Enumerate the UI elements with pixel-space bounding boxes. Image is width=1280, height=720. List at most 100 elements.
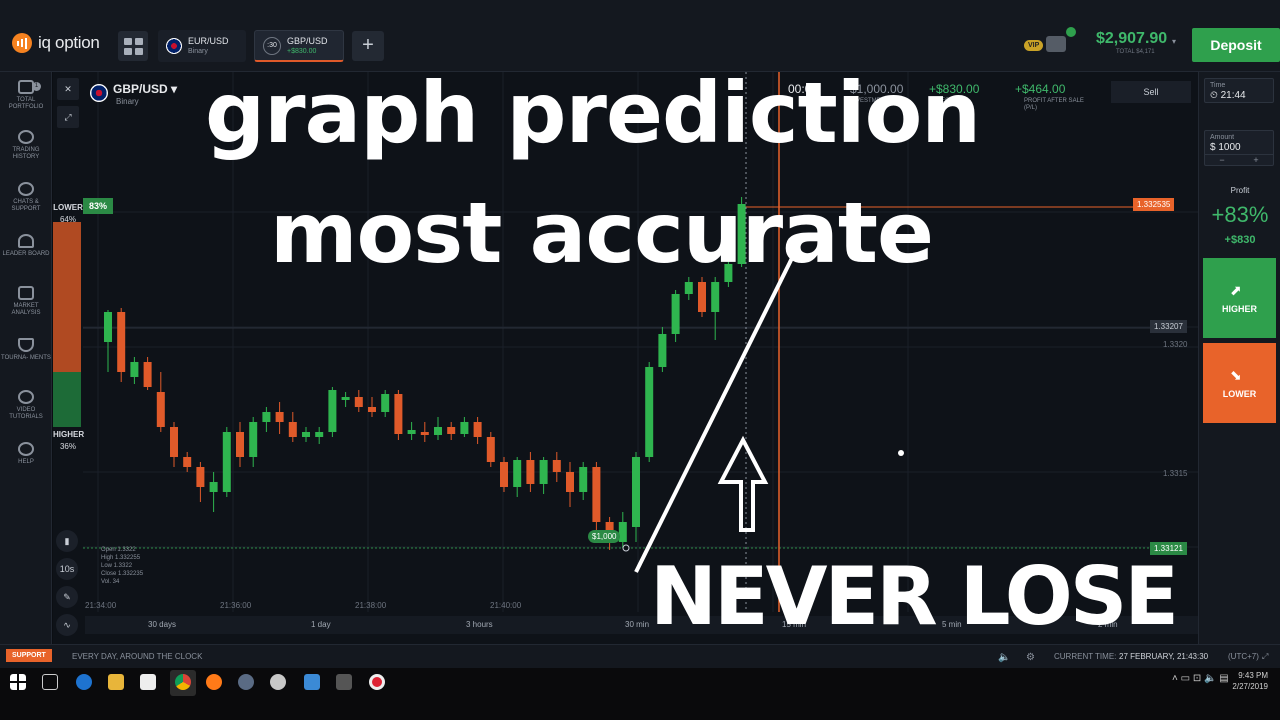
time-label: 21:36:00 bbox=[220, 601, 252, 610]
settings-icon[interactable]: ⚙ bbox=[1026, 652, 1035, 663]
leaderboard-icon bbox=[18, 234, 34, 248]
draw-tool-icon[interactable]: ✎ bbox=[56, 586, 78, 608]
clock[interactable]: 9:43 PM 2/27/2019 bbox=[1232, 670, 1268, 692]
candle bbox=[156, 392, 165, 427]
sidebar-item-leaderboard[interactable]: LEADER BOARD bbox=[0, 234, 52, 258]
overlay-never-lose: NEVER LOSE bbox=[650, 550, 1179, 643]
candle bbox=[170, 427, 178, 457]
ohlc-close: Close 1.332235 bbox=[101, 571, 144, 577]
bet-tag: $1,000 bbox=[588, 530, 621, 543]
record-icon[interactable] bbox=[369, 674, 385, 690]
history-icon bbox=[18, 130, 34, 144]
candle bbox=[117, 312, 126, 372]
period-30-min[interactable]: 30 min bbox=[625, 620, 649, 629]
tray-icons[interactable]: ˄ ▭ ⊡ 🔈 ▤ bbox=[1172, 673, 1229, 684]
candle bbox=[275, 412, 284, 422]
pair-selector[interactable]: GBP/USD ▾ bbox=[113, 82, 177, 96]
sidebar-item-label: TRADING HISTORY bbox=[12, 147, 40, 160]
sidebar-item-tournaments[interactable]: TOURNA- MENTS bbox=[0, 338, 52, 362]
sidebar-item-portfolio[interactable]: TOTAL PORTFOLIO 1 bbox=[0, 80, 52, 111]
tab-gbpusd[interactable]: :30 GBP/USD +$830.00 bbox=[254, 30, 344, 62]
iq-option-logo[interactable]: iq option bbox=[12, 33, 100, 53]
overlay-title-line1: graph prediction bbox=[205, 64, 981, 162]
amount-selector[interactable]: Amount $ 1000 − + bbox=[1204, 130, 1274, 166]
plus-button[interactable]: + bbox=[1253, 155, 1258, 165]
fullscreen-icon[interactable]: ⤢ bbox=[1262, 652, 1268, 662]
slogan: EVERY DAY, AROUND THE CLOCK bbox=[72, 652, 203, 661]
candle bbox=[645, 367, 654, 457]
sidebar-item-help[interactable]: HELP bbox=[0, 442, 52, 466]
sentiment-higher-bar bbox=[53, 372, 81, 427]
edge-icon[interactable] bbox=[76, 674, 92, 690]
close-chart-icon[interactable]: ✕ bbox=[57, 78, 79, 100]
start-icon[interactable] bbox=[10, 674, 26, 690]
time-label: 21:40:00 bbox=[490, 601, 522, 610]
price-level-tag: 1.33207 bbox=[1150, 320, 1187, 333]
cursor-dot bbox=[898, 450, 904, 456]
indicators-icon[interactable]: ∿ bbox=[56, 614, 78, 636]
interval-button[interactable]: 10s bbox=[56, 558, 78, 580]
support-button[interactable]: SUPPORT bbox=[6, 649, 52, 662]
current-time-label: CURRENT TIME: bbox=[1054, 652, 1117, 661]
firefox-icon[interactable] bbox=[206, 674, 222, 690]
sidebar-item-history[interactable]: TRADING HISTORY bbox=[0, 130, 52, 161]
store-icon[interactable] bbox=[140, 674, 156, 690]
profit-percent: +83% bbox=[1211, 202, 1269, 227]
candle bbox=[592, 467, 601, 522]
app-icon[interactable] bbox=[304, 674, 320, 690]
app-icon[interactable] bbox=[238, 674, 254, 690]
sidebar-item-chats[interactable]: CHATS & SUPPORT bbox=[0, 182, 52, 213]
candle bbox=[684, 282, 693, 294]
sidebar-item-label: CHATS & SUPPORT bbox=[11, 199, 41, 212]
candle bbox=[104, 312, 112, 342]
trend-up-icon: ⬈ bbox=[1230, 282, 1242, 298]
period-3-hours[interactable]: 3 hours bbox=[466, 620, 493, 629]
sell-button[interactable]: Sell bbox=[1111, 81, 1191, 103]
chart-type-icon[interactable]: ▮ bbox=[56, 530, 78, 552]
news-icon bbox=[18, 286, 34, 300]
sidebar-item-market[interactable]: MARKET ANALYSIS bbox=[0, 286, 52, 317]
pin-icon[interactable]: ⤢ bbox=[57, 106, 79, 128]
balance[interactable]: $2,907.90 bbox=[1096, 30, 1167, 48]
candle bbox=[658, 334, 667, 367]
candle bbox=[209, 482, 218, 492]
minus-button[interactable]: − bbox=[1219, 155, 1224, 165]
grid-menu-button[interactable] bbox=[118, 31, 148, 61]
candle bbox=[381, 394, 390, 412]
calculator-icon[interactable] bbox=[336, 674, 352, 690]
profit-after-sale: +$464.00 bbox=[1015, 82, 1066, 96]
timezone: (UTC+7) bbox=[1228, 652, 1259, 661]
time-selector[interactable]: Time ⏲ 21:44 bbox=[1204, 78, 1274, 103]
task-view-icon[interactable] bbox=[42, 674, 58, 690]
candle bbox=[183, 457, 192, 467]
candle bbox=[407, 430, 416, 434]
volume-icon[interactable]: 🔈 bbox=[998, 652, 1010, 663]
higher-button[interactable]: ⬈ HIGHER bbox=[1203, 258, 1276, 338]
deposit-button[interactable]: Deposit bbox=[1192, 28, 1280, 62]
candle bbox=[566, 472, 574, 492]
camera-icon[interactable] bbox=[1046, 36, 1066, 52]
chevron-down-icon[interactable]: ▾ bbox=[1172, 37, 1176, 46]
period-30-days[interactable]: 30 days bbox=[148, 620, 176, 629]
lower-button[interactable]: ⬊ LOWER bbox=[1203, 343, 1276, 423]
trade-panel: Time ⏲ 21:44 Amount $ 1000 − + Profit +83… bbox=[1198, 72, 1280, 644]
explorer-icon[interactable] bbox=[108, 674, 124, 690]
sidebar-item-label: MARKET ANALYSIS bbox=[11, 303, 41, 316]
current-time: 27 FEBRUARY, 21:43:30 bbox=[1119, 652, 1209, 661]
profit-label: Profit bbox=[1230, 186, 1250, 195]
add-tab-button[interactable]: + bbox=[352, 31, 384, 61]
time-label: 21:34:00 bbox=[85, 601, 117, 610]
candle bbox=[486, 437, 495, 462]
sidebar-item-label: TOTAL PORTFOLIO bbox=[8, 97, 44, 110]
uk-flag-icon bbox=[90, 84, 108, 102]
sidebar-item-tutorials[interactable]: VIDEO TUTORIALS bbox=[0, 390, 52, 421]
app-icon[interactable] bbox=[270, 674, 286, 690]
candle bbox=[473, 422, 482, 437]
ohlc-vol: Vol. 34 bbox=[101, 579, 120, 585]
profit-after-sale-label: PROFIT AFTER SALE (P/L) bbox=[1024, 98, 1084, 111]
candle bbox=[222, 432, 231, 492]
period-1-day[interactable]: 1 day bbox=[311, 620, 331, 629]
candle bbox=[552, 460, 561, 472]
amount-value[interactable]: $ 1000 bbox=[1205, 141, 1273, 154]
tab-eurusd[interactable]: EUR/USD Binary bbox=[158, 30, 246, 62]
